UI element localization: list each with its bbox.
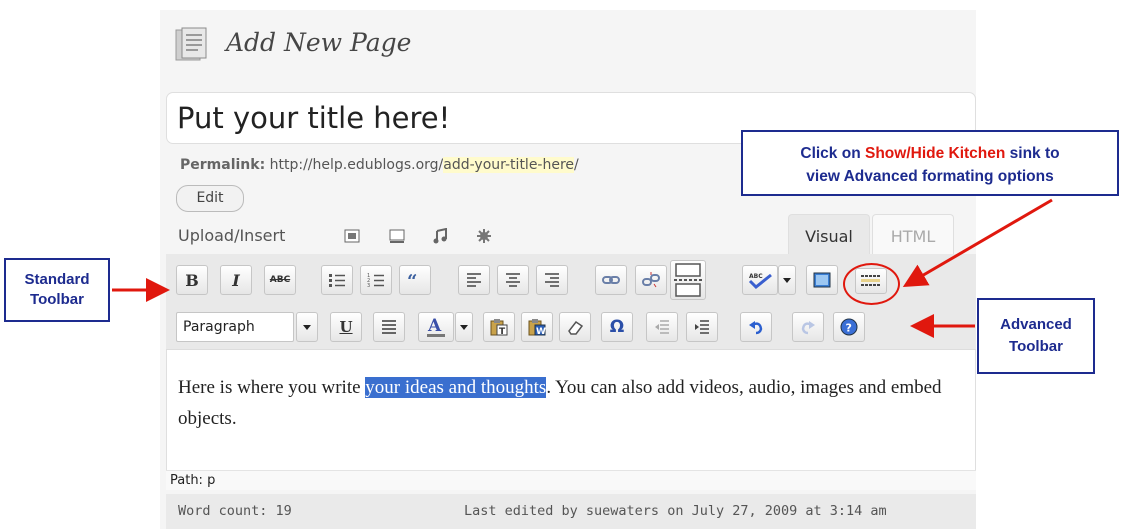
annotation-arrows: [112, 198, 1053, 338]
arrow-kitchen-sink: [902, 198, 1053, 288]
